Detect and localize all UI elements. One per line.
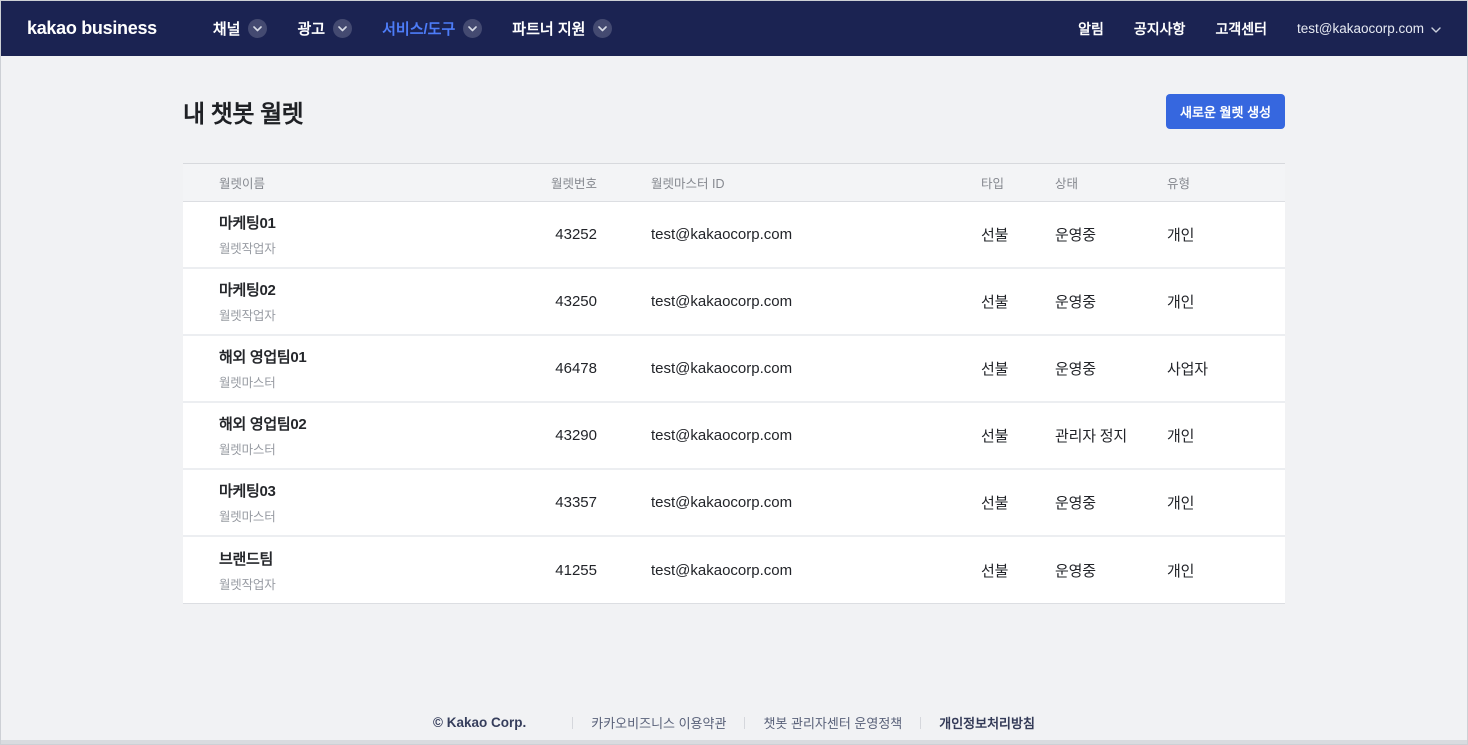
wallet-type: 선불 — [981, 358, 1055, 379]
wallet-role: 월렛작업자 — [219, 238, 477, 257]
wallet-number: 41255 — [477, 562, 597, 579]
footer-link[interactable]: 카카오비즈니스 이용약관 — [554, 713, 726, 732]
header-master-id: 월렛마스터 ID — [597, 173, 981, 192]
header-status: 상태 — [1055, 173, 1167, 192]
chevron-down-icon — [248, 19, 267, 38]
wallet-category: 개인 — [1167, 492, 1285, 513]
chevron-down-icon — [593, 19, 612, 38]
nav-menu-label: 광고 — [297, 18, 325, 39]
wallet-name: 마케팅01 — [219, 212, 477, 233]
wallet-master-id: test@kakaocorp.com — [597, 427, 981, 444]
table-row[interactable]: 해외 영업팀01 월렛마스터 46478 test@kakaocorp.com … — [183, 336, 1285, 403]
wallet-name-cell: 마케팅01 월렛작업자 — [183, 212, 477, 257]
kakao-business-logo[interactable]: kakao business — [27, 18, 157, 39]
utility-link[interactable]: 고객센터 — [1215, 19, 1267, 39]
table-row[interactable]: 마케팅02 월렛작업자 43250 test@kakaocorp.com 선불 … — [183, 269, 1285, 336]
footer-link[interactable]: 개인정보처리방침 — [902, 713, 1035, 732]
wallet-name: 마케팅03 — [219, 480, 477, 501]
chevron-down-icon — [463, 19, 482, 38]
wallet-master-id: test@kakaocorp.com — [597, 360, 981, 377]
wallet-status: 운영중 — [1055, 358, 1167, 379]
table-body: 마케팅01 월렛작업자 43252 test@kakaocorp.com 선불 … — [183, 202, 1285, 604]
nav-menu-item[interactable]: 파트너 지원 — [512, 18, 612, 39]
wallet-category: 개인 — [1167, 425, 1285, 446]
nav-menu-item[interactable]: 채널 — [213, 18, 268, 39]
wallet-category: 개인 — [1167, 291, 1285, 312]
wallet-name: 브랜드팀 — [219, 548, 477, 569]
account-menu[interactable]: test@kakaocorp.com — [1297, 21, 1441, 36]
utility-link[interactable]: 알림 — [1078, 19, 1104, 39]
table-header-row: 월렛이름 월렛번호 월렛마스터 ID 타입 상태 유형 — [183, 163, 1285, 202]
table-row[interactable]: 마케팅01 월렛작업자 43252 test@kakaocorp.com 선불 … — [183, 202, 1285, 269]
wallet-name-cell: 마케팅02 월렛작업자 — [183, 279, 477, 324]
wallet-status: 운영중 — [1055, 291, 1167, 312]
window-bottom-edge — [1, 740, 1467, 744]
header-type: 타입 — [981, 173, 1055, 192]
wallet-name-cell: 브랜드팀 월렛작업자 — [183, 548, 477, 593]
wallet-master-id: test@kakaocorp.com — [597, 293, 981, 310]
copyright-text: © Kakao Corp. — [433, 715, 526, 730]
wallet-role: 월렛작업자 — [219, 574, 477, 593]
wallet-status: 운영중 — [1055, 492, 1167, 513]
wallet-type: 선불 — [981, 560, 1055, 581]
wallet-type: 선불 — [981, 291, 1055, 312]
wallet-type: 선불 — [981, 425, 1055, 446]
wallet-type: 선불 — [981, 492, 1055, 513]
wallet-number: 43252 — [477, 226, 597, 243]
wallet-status: 운영중 — [1055, 560, 1167, 581]
nav-menu-item[interactable]: 광고 — [297, 18, 352, 39]
wallet-table: 월렛이름 월렛번호 월렛마스터 ID 타입 상태 유형 마케팅01 월렛작업자 … — [183, 163, 1285, 604]
wallet-category: 개인 — [1167, 560, 1285, 581]
utility-link[interactable]: 공지사항 — [1134, 19, 1186, 39]
utility-nav: 알림 공지사항 고객센터 — [1078, 19, 1267, 39]
wallet-category: 개인 — [1167, 224, 1285, 245]
header-wallet-number: 월렛번호 — [477, 173, 597, 192]
nav-menu-item[interactable]: 서비스/도구 — [382, 18, 482, 39]
top-navbar: kakao business 채널 광고 서비스/도구 — [1, 1, 1467, 56]
primary-nav: 채널 광고 서비스/도구 파트너 지원 — [213, 18, 613, 39]
table-row[interactable]: 브랜드팀 월렛작업자 41255 test@kakaocorp.com 선불 운… — [183, 537, 1285, 604]
wallet-number: 43357 — [477, 494, 597, 511]
wallet-number: 43250 — [477, 293, 597, 310]
page-title: 내 챗봇 월렛 — [183, 94, 303, 129]
wallet-name: 해외 영업팀01 — [219, 346, 477, 367]
footer-links: 카카오비즈니스 이용약관 챗봇 관리자센터 운영정책 개인정보처리방침 — [554, 713, 1035, 732]
wallet-number: 46478 — [477, 360, 597, 377]
wallet-category: 사업자 — [1167, 358, 1285, 379]
footer-link[interactable]: 챗봇 관리자센터 운영정책 — [726, 713, 902, 732]
wallet-role: 월렛마스터 — [219, 372, 477, 391]
wallet-role: 월렛마스터 — [219, 506, 477, 525]
nav-menu-label: 서비스/도구 — [382, 18, 455, 39]
account-email: test@kakaocorp.com — [1297, 21, 1424, 36]
create-wallet-button[interactable]: 새로운 월렛 생성 — [1166, 94, 1285, 129]
navbar-right: 알림 공지사항 고객센터 test@kakaocorp.com — [1078, 19, 1441, 39]
wallet-role: 월렛마스터 — [219, 439, 477, 458]
header-category: 유형 — [1167, 173, 1285, 192]
wallet-name-cell: 해외 영업팀01 월렛마스터 — [183, 346, 477, 391]
wallet-type: 선불 — [981, 224, 1055, 245]
title-row: 내 챗봇 월렛 새로운 월렛 생성 — [183, 94, 1285, 129]
wallet-master-id: test@kakaocorp.com — [597, 562, 981, 579]
wallet-status: 관리자 정지 — [1055, 425, 1167, 446]
main-content: 내 챗봇 월렛 새로운 월렛 생성 월렛이름 월렛번호 월렛마스터 ID 타입 … — [183, 94, 1285, 604]
wallet-status: 운영중 — [1055, 224, 1167, 245]
wallet-name-cell: 해외 영업팀02 월렛마스터 — [183, 413, 477, 458]
header-wallet-name: 월렛이름 — [183, 173, 477, 192]
wallet-name: 해외 영업팀02 — [219, 413, 477, 434]
nav-menu-label: 파트너 지원 — [512, 18, 585, 39]
chevron-down-icon — [333, 19, 352, 38]
wallet-name: 마케팅02 — [219, 279, 477, 300]
table-row[interactable]: 마케팅03 월렛마스터 43357 test@kakaocorp.com 선불 … — [183, 470, 1285, 537]
wallet-name-cell: 마케팅03 월렛마스터 — [183, 480, 477, 525]
page-footer: © Kakao Corp. 카카오비즈니스 이용약관 챗봇 관리자센터 운영정책… — [1, 713, 1467, 732]
chevron-down-icon — [1431, 21, 1441, 36]
wallet-role: 월렛작업자 — [219, 305, 477, 324]
nav-menu-label: 채널 — [213, 18, 241, 39]
table-row[interactable]: 해외 영업팀02 월렛마스터 43290 test@kakaocorp.com … — [183, 403, 1285, 470]
wallet-number: 43290 — [477, 427, 597, 444]
wallet-master-id: test@kakaocorp.com — [597, 226, 981, 243]
wallet-master-id: test@kakaocorp.com — [597, 494, 981, 511]
